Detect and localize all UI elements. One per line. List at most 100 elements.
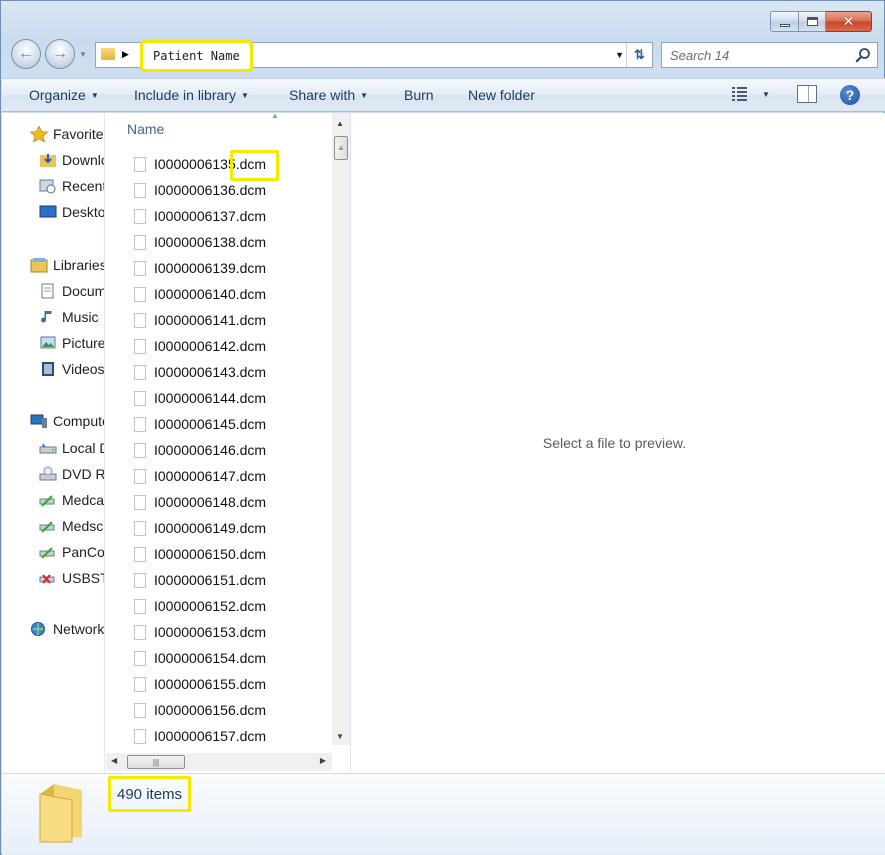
maximize-button[interactable] bbox=[799, 11, 826, 32]
address-bar[interactable]: ▶ Patient Name ▼ ⇅ bbox=[95, 40, 653, 72]
nav-panco[interactable]: PanCo bbox=[39, 541, 104, 563]
scroll-down-icon[interactable]: ▼ bbox=[336, 732, 344, 741]
include-in-library-label: Include in library bbox=[134, 87, 236, 103]
chevron-down-icon: ▼ bbox=[90, 91, 99, 100]
nav-documents[interactable]: Documents bbox=[39, 280, 104, 302]
nav-music-label: Music bbox=[62, 309, 99, 325]
file-row[interactable]: I0000006154.dcm bbox=[106, 645, 332, 671]
nav-usbstor[interactable]: USBSTOR bbox=[39, 567, 104, 589]
file-row[interactable]: I0000006147.dcm bbox=[106, 463, 332, 489]
nav-medcare-label: Medcare bbox=[62, 492, 105, 508]
vertical-scrollbar[interactable]: ▲ ≡ ▼ bbox=[332, 113, 350, 745]
preview-pane-toggle-icon[interactable] bbox=[797, 85, 817, 103]
search-icon[interactable] bbox=[855, 47, 871, 63]
file-icon bbox=[134, 156, 146, 172]
nav-network-label: Network bbox=[53, 621, 105, 637]
vertical-scroll-thumb[interactable]: ≡ bbox=[334, 136, 348, 160]
help-icon[interactable]: ? bbox=[840, 85, 860, 105]
forward-button[interactable]: → bbox=[45, 39, 75, 69]
search-input[interactable] bbox=[662, 43, 852, 67]
breadcrumb-patient-name[interactable]: Patient Name bbox=[140, 40, 253, 72]
file-row[interactable]: I0000006157.dcm bbox=[106, 723, 332, 749]
share-with-menu[interactable]: Share with ▼ bbox=[289, 79, 368, 111]
nav-local-disk-label: Local Disk bbox=[62, 440, 104, 456]
disconnected-drive-icon bbox=[39, 574, 55, 584]
file-row[interactable]: I0000006150.dcm bbox=[106, 541, 332, 567]
explorer-window: ✕ ← → ▼ ▶ Patient Name ▼ ⇅ Organize ▼ Inc… bbox=[0, 0, 885, 855]
nav-desktop[interactable]: Desktop bbox=[39, 201, 104, 223]
file-row[interactable]: I0000006153.dcm bbox=[106, 619, 332, 645]
file-icon bbox=[134, 728, 146, 744]
music-icon bbox=[41, 311, 52, 323]
network-icon bbox=[31, 622, 45, 636]
file-icon bbox=[134, 442, 146, 458]
refresh-icon: ⇅ bbox=[634, 47, 645, 62]
file-row[interactable]: I0000006152.dcm bbox=[106, 593, 332, 619]
minimize-button[interactable] bbox=[770, 11, 799, 32]
back-button[interactable]: ← bbox=[11, 39, 41, 69]
recent-pages-dropdown[interactable]: ▼ bbox=[79, 50, 87, 59]
address-dropdown-icon[interactable]: ▼ bbox=[615, 50, 624, 60]
file-row[interactable]: I0000006143.dcm bbox=[106, 359, 332, 385]
nav-pictures[interactable]: Pictures bbox=[39, 332, 104, 354]
libraries-icon bbox=[30, 258, 48, 273]
organize-menu[interactable]: Organize ▼ bbox=[29, 79, 99, 111]
nav-videos-label: Videos bbox=[62, 361, 105, 377]
nav-computer[interactable]: Computer bbox=[30, 410, 104, 432]
documents-icon bbox=[41, 283, 54, 299]
nav-local-disk[interactable]: Local Disk bbox=[39, 437, 104, 459]
close-button[interactable]: ✕ bbox=[826, 11, 872, 32]
breadcrumb-arrow-icon[interactable]: ▶ bbox=[122, 49, 129, 60]
nav-network[interactable]: Network bbox=[30, 618, 104, 640]
file-row[interactable]: I0000006141.dcm bbox=[106, 307, 332, 333]
nav-libraries[interactable]: Libraries bbox=[30, 254, 105, 276]
new-folder-button[interactable]: New folder bbox=[468, 79, 535, 111]
scroll-left-icon[interactable]: ◀ bbox=[111, 756, 117, 765]
nav-dvd-drive-label: DVD RW Drive bbox=[62, 466, 105, 482]
content-area: Favorites Downloads Recent Places Deskto… bbox=[2, 111, 885, 773]
nav-libraries-label: Libraries bbox=[53, 257, 105, 273]
file-row[interactable]: I0000006138.dcm bbox=[106, 229, 332, 255]
arrow-left-icon: ← bbox=[18, 45, 34, 62]
folder-icon bbox=[39, 784, 82, 843]
file-row[interactable]: I0000006140.dcm bbox=[106, 281, 332, 307]
include-in-library-menu[interactable]: Include in library ▼ bbox=[134, 79, 249, 111]
nav-favorites[interactable]: Favorites bbox=[30, 123, 104, 145]
file-row[interactable]: I0000006148.dcm bbox=[106, 489, 332, 515]
nav-medscan[interactable]: Medscan bbox=[39, 515, 104, 537]
refresh-button[interactable]: ⇅ bbox=[626, 43, 652, 67]
view-options-dropdown[interactable]: ▼ bbox=[762, 90, 770, 99]
nav-downloads[interactable]: Downloads bbox=[39, 149, 104, 171]
scroll-right-icon[interactable]: ▶ bbox=[320, 756, 326, 765]
details-pane: 490 items bbox=[2, 773, 885, 855]
nav-downloads-label: Downloads bbox=[62, 152, 104, 168]
file-row[interactable]: I0000006137.dcm bbox=[106, 203, 332, 229]
file-row[interactable]: I0000006156.dcm bbox=[106, 697, 332, 723]
file-row[interactable]: I0000006149.dcm bbox=[106, 515, 332, 541]
nav-music[interactable]: Music bbox=[39, 306, 99, 328]
change-view-icon[interactable] bbox=[731, 85, 749, 103]
file-row[interactable]: I0000006151.dcm bbox=[106, 567, 332, 593]
file-icon bbox=[134, 260, 146, 276]
file-row[interactable]: I0000006135.dcm bbox=[106, 151, 332, 177]
column-header-name[interactable]: ▲ Name bbox=[106, 111, 332, 143]
extension-highlight bbox=[230, 150, 279, 181]
nav-medcare[interactable]: Medcare bbox=[39, 489, 105, 511]
nav-recent-places[interactable]: Recent Places bbox=[39, 175, 104, 197]
file-name: I0000006139.dcm bbox=[154, 260, 267, 276]
file-row[interactable]: I0000006139.dcm bbox=[106, 255, 332, 281]
file-row[interactable]: I0000006144.dcm bbox=[106, 385, 332, 411]
nav-videos[interactable]: Videos bbox=[39, 358, 105, 380]
scroll-up-icon[interactable]: ▲ bbox=[336, 119, 344, 128]
file-icon bbox=[134, 208, 146, 224]
nav-dvd-drive[interactable]: DVD RW Drive bbox=[39, 463, 105, 485]
file-row[interactable]: I0000006146.dcm bbox=[106, 437, 332, 463]
file-row[interactable]: I0000006136.dcm bbox=[106, 177, 332, 203]
horizontal-scroll-thumb[interactable]: ||| bbox=[127, 755, 185, 769]
file-row[interactable]: I0000006145.dcm bbox=[106, 411, 332, 437]
burn-button[interactable]: Burn bbox=[404, 79, 434, 111]
file-row[interactable]: I0000006155.dcm bbox=[106, 671, 332, 697]
file-row[interactable]: I0000006142.dcm bbox=[106, 333, 332, 359]
file-icon bbox=[134, 598, 146, 614]
horizontal-scrollbar[interactable]: ◀ ||| ▶ bbox=[106, 753, 332, 771]
